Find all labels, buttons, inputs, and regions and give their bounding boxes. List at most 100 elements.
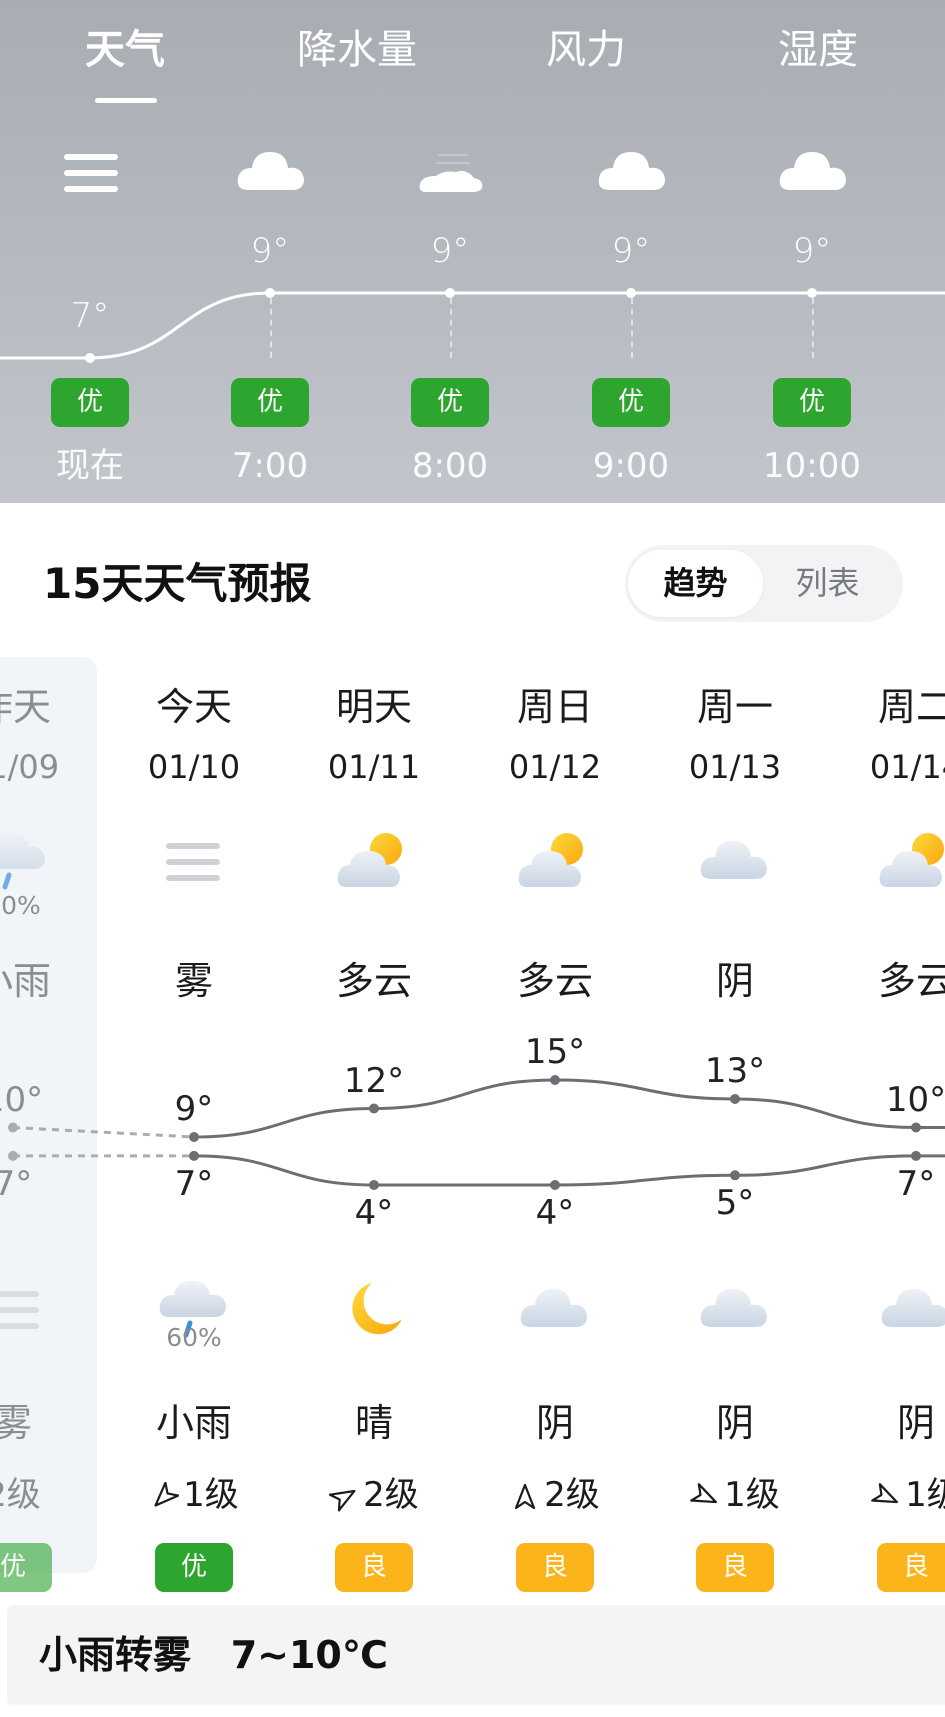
hourly-time: 10:00 xyxy=(763,446,861,486)
day-date: 01/10 xyxy=(147,748,241,786)
hourly-temp: 9° xyxy=(792,231,832,271)
hourly-temp: 9° xyxy=(611,231,651,271)
hourly-guide-line xyxy=(270,298,272,358)
hourly-aqi-badge: 优 xyxy=(231,378,309,427)
toggle-list-button[interactable]: 列表 xyxy=(760,550,895,617)
high-temp-label: 9° xyxy=(174,1089,214,1129)
hourly-aqi-badge: 优 xyxy=(411,378,489,427)
wind-level: 2级 xyxy=(0,1473,98,1517)
view-toggle: 趋势 列表 xyxy=(625,545,903,622)
partly-cloudy-icon xyxy=(517,829,593,895)
night-condition: 雾 xyxy=(0,1401,32,1445)
wind-level-text: 1级 xyxy=(724,1475,780,1515)
toggle-trend-button[interactable]: 趋势 xyxy=(628,550,763,617)
hourly-guide-line xyxy=(450,298,452,358)
wind-level-text: 2级 xyxy=(0,1475,41,1515)
day-column-yesterday[interactable]: 昨天 01/09 60% 小雨 10° 7° 雾 2级优 xyxy=(0,657,98,1597)
high-temp-label: 15° xyxy=(524,1032,586,1072)
day-name: 昨天 xyxy=(0,685,51,729)
wind-level: 1级 xyxy=(109,1473,279,1517)
hourly-time: 8:00 xyxy=(411,446,489,486)
forecast-title: 15天天气预报 xyxy=(43,559,312,608)
fog-icon xyxy=(54,140,126,200)
hourly-guide-line xyxy=(631,298,633,358)
day-name: 明天 xyxy=(335,685,412,729)
day-name: 周二 xyxy=(877,685,945,729)
hourly-time: 7:00 xyxy=(231,446,309,486)
day-name: 今天 xyxy=(155,685,232,729)
hourly-aqi-badge: 优 xyxy=(51,378,129,427)
day-summary-bar[interactable]: 小雨转雾 7~10℃ xyxy=(7,1605,945,1705)
wind-level: 2级 xyxy=(289,1473,459,1517)
day-date: 01/09 xyxy=(0,748,60,786)
low-temp-label: 7° xyxy=(174,1163,214,1204)
wind-direction-icon xyxy=(510,1475,544,1515)
hourly-temp: 9° xyxy=(430,231,470,271)
day-date: 01/12 xyxy=(508,748,602,786)
high-temp-label: 10° xyxy=(885,1079,945,1120)
partly-cloudy-icon xyxy=(336,829,412,895)
low-temp-label: 5° xyxy=(715,1183,755,1224)
day-summary-text: 小雨转雾 7~10℃ xyxy=(39,1633,388,1677)
hourly-item: 9° 优 9:00 xyxy=(561,0,701,503)
day-column[interactable]: 周日 01/12 多云 15° 4° 阴 2级良 xyxy=(470,657,640,1597)
hourly-item: 9° 优 10:00 xyxy=(742,0,882,503)
day-aqi-badge: 优 xyxy=(0,1543,52,1592)
low-temp-label: 4° xyxy=(354,1193,394,1233)
cloud-icon xyxy=(517,1277,593,1343)
day-column[interactable]: 周二 01/14 多云 10° 7° 阴 1级良 xyxy=(831,657,945,1597)
cloud-icon xyxy=(697,829,773,895)
night-condition: 阴 xyxy=(896,1401,935,1445)
hourly-item: 9° 优 7:00 xyxy=(200,0,340,503)
wind-level-text: 1级 xyxy=(905,1475,945,1515)
hourly-item: 9° 优 8:00 xyxy=(380,0,520,503)
fog-icon xyxy=(156,829,232,895)
fog-icon xyxy=(0,1277,51,1343)
day-date: 01/14 xyxy=(869,748,945,786)
night-condition: 晴 xyxy=(354,1401,393,1445)
day-condition: 小雨 xyxy=(0,959,51,1003)
day-condition: 多云 xyxy=(877,959,945,1003)
hourly-guide-line xyxy=(812,298,814,358)
wind-level: 1级 xyxy=(831,1473,945,1517)
night-precip-probability: 60% xyxy=(166,1323,222,1352)
day-column[interactable]: 周一 01/13 阴 13° 5° 阴 1级良 xyxy=(650,657,820,1597)
day-precip-probability: 60% xyxy=(0,891,41,920)
wind-level-text: 1级 xyxy=(183,1475,239,1515)
hourly-aqi-badge: 优 xyxy=(592,378,670,427)
high-temp-label: 13° xyxy=(704,1051,766,1091)
day-aqi-badge: 良 xyxy=(877,1543,945,1592)
high-temp-label: 12° xyxy=(343,1060,405,1101)
wind-direction-icon xyxy=(329,1475,363,1515)
wind-direction-icon xyxy=(871,1475,905,1515)
day-aqi-badge: 良 xyxy=(335,1543,413,1592)
high-temp-label: 10° xyxy=(0,1079,44,1120)
day-condition: 多云 xyxy=(335,959,412,1003)
cloud-icon xyxy=(234,140,306,200)
day-date: 01/11 xyxy=(327,748,421,786)
wind-level: 2级 xyxy=(470,1473,640,1517)
wind-level-text: 2级 xyxy=(544,1475,600,1515)
low-temp-label: 4° xyxy=(535,1193,575,1233)
haze-cloud-icon xyxy=(414,140,486,200)
hourly-temp: 7° xyxy=(70,296,110,336)
night-condition: 阴 xyxy=(535,1401,574,1445)
day-condition: 多云 xyxy=(516,959,593,1003)
day-column[interactable]: 明天 01/11 多云 12° 4° 晴 2级良 xyxy=(289,657,459,1597)
cloud-icon xyxy=(697,1277,773,1343)
low-temp-label: 7° xyxy=(0,1163,33,1204)
day-date: 01/13 xyxy=(688,748,782,786)
wind-direction-icon xyxy=(149,1475,183,1515)
wind-direction-icon xyxy=(690,1475,724,1515)
day-aqi-badge: 良 xyxy=(696,1543,774,1592)
hourly-time: 9:00 xyxy=(592,446,670,486)
day-name: 周一 xyxy=(696,685,773,729)
hourly-temp: 9° xyxy=(250,231,290,271)
day-column[interactable]: 今天 01/10 雾 9° 7° 60% 小雨 1级优 xyxy=(109,657,279,1597)
hourly-panel: 天气 降水量 风力 湿度 7° 优现在 9° 优 7:00 9° 优 8:00 9° 优 9:00 9… xyxy=(0,0,945,503)
partly-cloudy-icon xyxy=(878,829,945,895)
cloud-icon xyxy=(595,140,667,200)
hourly-aqi-badge: 优 xyxy=(773,378,851,427)
day-aqi-badge: 良 xyxy=(516,1543,594,1592)
day-name: 周日 xyxy=(516,685,593,729)
